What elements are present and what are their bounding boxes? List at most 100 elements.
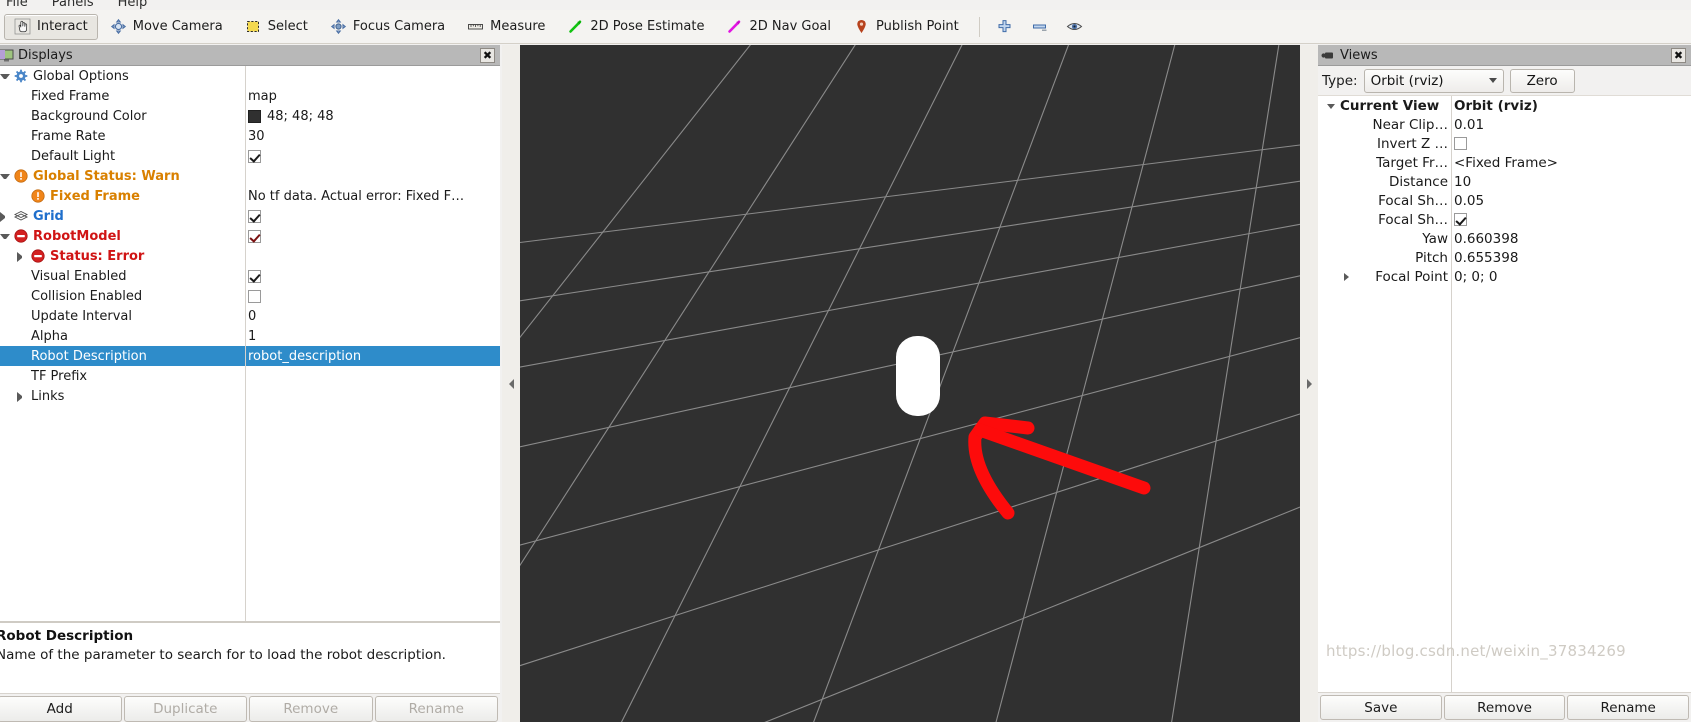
zero-button[interactable]: Zero [1509, 68, 1575, 93]
display-property-row[interactable]: Links [0, 386, 500, 406]
property-checkbox[interactable] [1454, 213, 1467, 226]
color-swatch[interactable] [248, 109, 261, 123]
property-value-cell[interactable] [246, 146, 500, 166]
view-property-value-cell[interactable]: 0.655398 [1454, 248, 1691, 267]
views-tree[interactable]: Current View Orbit (rviz) Near Clip… 0.01 In… [1318, 96, 1691, 692]
view-property-value-cell[interactable] [1454, 210, 1691, 229]
display-property-row[interactable]: Collision Enabled [0, 286, 500, 306]
menu-item-panels[interactable]: Panels [52, 0, 94, 10]
view-property-value-cell[interactable]: <Fixed Frame> [1454, 153, 1691, 172]
tool-publish-point-button[interactable]: Publish Point [843, 14, 969, 40]
property-checkbox[interactable] [248, 269, 261, 283]
view-property-value-cell[interactable]: 0; 0; 0 [1454, 267, 1691, 286]
views-save-button[interactable]: Save [1320, 695, 1442, 720]
tool-focus-camera-button[interactable]: Focus Camera [320, 14, 455, 40]
property-value-cell[interactable] [246, 286, 500, 306]
display-property-row[interactable]: Global Options [0, 66, 500, 86]
view-property-row[interactable]: Focal Sh… [1318, 210, 1691, 229]
property-value-cell[interactable] [246, 66, 500, 86]
display-property-row[interactable]: Alpha 1 [0, 326, 500, 346]
view-property-row[interactable]: Distance 10 [1318, 172, 1691, 191]
view-property-value-text: 0.05 [1454, 192, 1485, 209]
property-name-cell: Visual Enabled [0, 266, 245, 286]
display-property-row[interactable]: TF Prefix [0, 366, 500, 386]
right-splitter-handle[interactable] [1300, 45, 1318, 722]
tool-2d-nav-goal-button[interactable]: 2D Nav Goal [716, 14, 841, 40]
property-checkbox[interactable] [1454, 137, 1467, 150]
display-property-row[interactable]: Robot Description robot_description [0, 346, 500, 366]
property-value-cell[interactable]: 0 [246, 306, 500, 326]
view-property-row[interactable]: Yaw 0.660398 [1318, 229, 1691, 248]
tool-measure-button[interactable]: Measure [457, 14, 555, 40]
property-value-cell[interactable]: robot_description [246, 346, 500, 366]
menu-item-file[interactable]: File [6, 0, 28, 10]
property-value-cell[interactable] [246, 266, 500, 286]
view-property-row[interactable]: Near Clip… 0.01 [1318, 115, 1691, 134]
property-value-cell[interactable]: 48; 48; 48 [246, 106, 500, 126]
view-property-row[interactable]: Focal Sh… 0.05 [1318, 191, 1691, 210]
displays-tree[interactable]: Global Options Fixed Frame map Background C… [0, 66, 500, 621]
remove-tool-button[interactable] [1023, 14, 1056, 40]
display-property-row[interactable]: Visual Enabled [0, 266, 500, 286]
tool-select-button[interactable]: Select [235, 14, 318, 40]
property-value-cell[interactable]: 30 [246, 126, 500, 146]
view-property-label: Near Clip… [1372, 116, 1448, 133]
close-icon[interactable]: ✖ [480, 47, 495, 63]
add-tool-button[interactable] [988, 14, 1021, 40]
menu-item-help[interactable]: Help [118, 0, 148, 10]
view-property-value-cell[interactable]: 0.660398 [1454, 229, 1691, 248]
display-property-row[interactable]: Update Interval 0 [0, 306, 500, 326]
3d-render-view[interactable] [520, 45, 1300, 722]
property-checkbox[interactable] [248, 289, 261, 303]
property-checkbox[interactable] [248, 229, 261, 243]
property-value-cell[interactable] [246, 366, 500, 386]
display-property-row[interactable]: Default Light [0, 146, 500, 166]
view-property-value-cell[interactable]: 0.05 [1454, 191, 1691, 210]
3d-scene [520, 45, 1300, 722]
close-icon[interactable]: ✖ [1671, 47, 1686, 63]
visibility-toggle-button[interactable] [1058, 14, 1091, 40]
property-value-cell[interactable] [246, 226, 500, 246]
property-value-cell[interactable] [246, 246, 500, 266]
property-value-cell[interactable]: map [246, 86, 500, 106]
view-type-select[interactable]: Orbit (rviz) [1363, 68, 1504, 93]
view-property-row[interactable]: Target Fr… <Fixed Frame> [1318, 153, 1691, 172]
view-property-value-cell[interactable]: Orbit (rviz) [1454, 96, 1691, 115]
property-checkbox[interactable] [248, 209, 261, 223]
view-property-value-cell[interactable]: 10 [1454, 172, 1691, 191]
view-property-row[interactable]: Pitch 0.655398 [1318, 248, 1691, 267]
property-checkbox[interactable] [248, 149, 261, 163]
tool-move-camera-button[interactable]: Move Camera [100, 14, 233, 40]
view-property-label: Focal Sh… [1378, 211, 1448, 228]
view-property-row[interactable]: Focal Point 0; 0; 0 [1318, 267, 1691, 286]
display-property-row[interactable]: Grid [0, 206, 500, 226]
property-value-cell[interactable] [246, 386, 500, 406]
display-property-row[interactable]: Global Status: Warn [0, 166, 500, 186]
displays-rename-button: Rename [374, 696, 498, 722]
view-property-value-cell[interactable] [1454, 134, 1691, 153]
help-box-grip[interactable] [242, 45, 288, 49]
view-property-row[interactable]: Invert Z … [1318, 134, 1691, 153]
displays-button-bar: Add Duplicate Remove Rename [0, 693, 500, 722]
views-remove-button[interactable]: Remove [1443, 695, 1566, 720]
tool-interact-button[interactable]: Interact [4, 13, 98, 40]
tool-publish-point-label: Publish Point [876, 19, 959, 34]
display-property-row[interactable]: Fixed Frame map [0, 86, 500, 106]
view-property-value-cell[interactable]: 0.01 [1454, 115, 1691, 134]
property-value-cell[interactable]: No tf data. Actual error: Fixed F… [246, 186, 500, 206]
display-property-row[interactable]: Background Color 48; 48; 48 [0, 106, 500, 126]
display-property-row[interactable]: Fixed Frame No tf data. Actual error: Fix… [0, 186, 500, 206]
display-property-row[interactable]: Frame Rate 30 [0, 126, 500, 146]
property-help-box: Robot Description Name of the parameter … [0, 621, 500, 693]
views-rename-button[interactable]: Rename [1567, 695, 1690, 720]
green-arrow-icon [567, 18, 584, 35]
property-value-cell[interactable]: 1 [246, 326, 500, 346]
left-splitter-handle[interactable] [502, 45, 520, 722]
displays-add-button[interactable]: Add [0, 696, 122, 722]
property-value-cell[interactable] [246, 166, 500, 186]
property-value-cell[interactable] [246, 206, 500, 226]
tool-2d-pose-estimate-button[interactable]: 2D Pose Estimate [557, 14, 714, 40]
display-property-row[interactable]: RobotModel [0, 226, 500, 246]
view-property-row[interactable]: Current View Orbit (rviz) [1318, 96, 1691, 115]
display-property-row[interactable]: Status: Error [0, 246, 500, 266]
